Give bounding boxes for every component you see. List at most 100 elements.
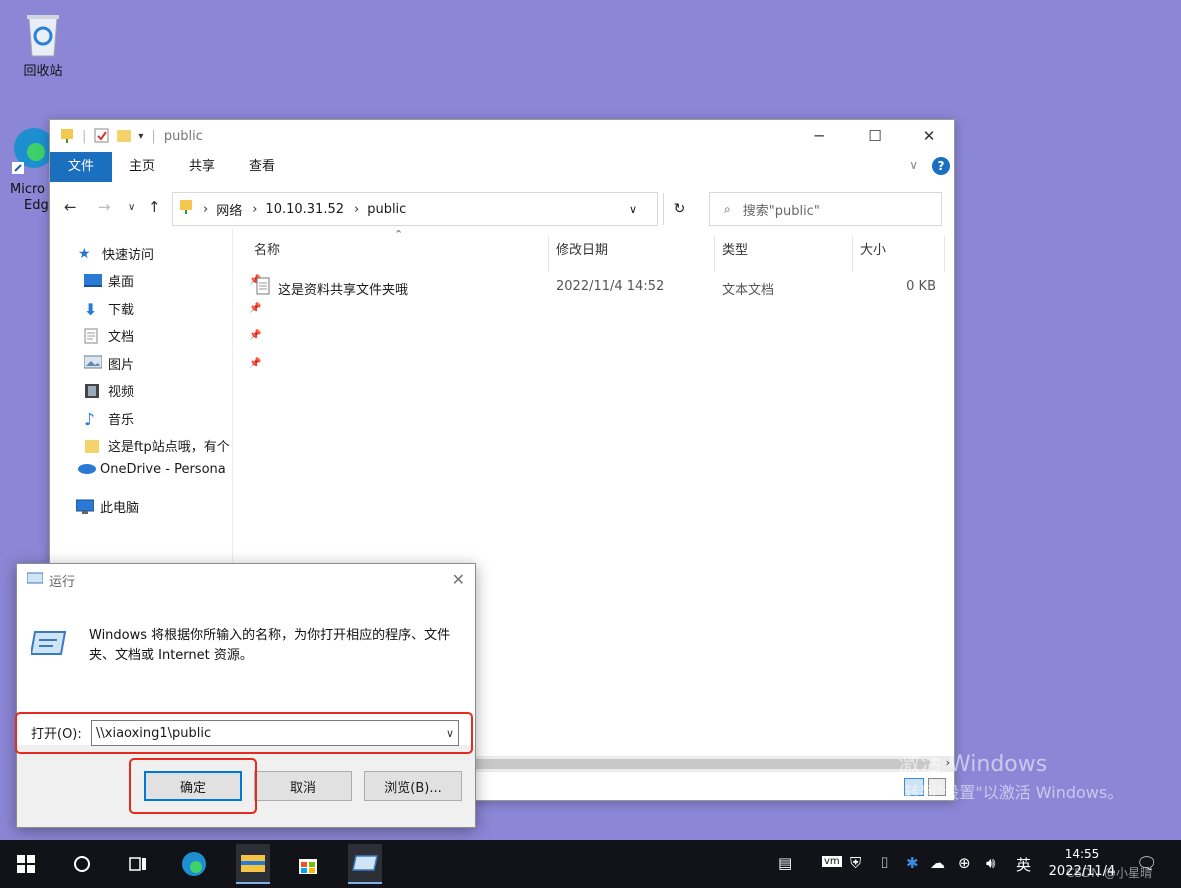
desktop-icon (84, 273, 102, 289)
nav-item-label: 这是ftp站点哦，有个 (108, 440, 230, 456)
window-title: public (163, 128, 203, 144)
volume-icon[interactable]: 🔊︎ (986, 854, 995, 872)
folder-icon (241, 855, 265, 872)
new-folder-icon[interactable] (116, 128, 132, 144)
address-bar[interactable]: › 网络 › 10.10.31.52 › public ∨ ↻ (172, 192, 685, 226)
ime-indicator[interactable]: 英 (1016, 854, 1031, 875)
edge-label-line2: Edg (24, 198, 49, 213)
maximize-button[interactable]: ☐ (852, 120, 898, 152)
column-header-type[interactable]: 类型 (702, 236, 840, 266)
task-view-button[interactable] (124, 850, 152, 878)
cloud-icon (76, 462, 96, 478)
run-dialog-body: Windows 将根据你所输入的名称，为你打开相应的程序、文件夹、文档或 Int… (15, 596, 475, 754)
search-input[interactable]: ⌕ 搜索"public" (709, 192, 942, 226)
address-dropdown-icon[interactable]: ∨ (629, 203, 637, 216)
recycle-bin-icon-image (21, 10, 65, 57)
music-note-icon: ♪ (84, 410, 95, 431)
nav-this-pc[interactable]: 此电脑 (76, 493, 232, 521)
nav-item-documents[interactable]: 文档 📌 (84, 322, 261, 350)
nav-item-downloads[interactable]: ⬇ 下载 📌 (84, 295, 261, 323)
start-button[interactable] (12, 850, 40, 878)
picture-icon (84, 355, 103, 371)
computer-icon (76, 499, 95, 515)
run-large-icon (29, 628, 67, 662)
ribbon-expand-icon[interactable]: ∨ (909, 158, 918, 172)
breadcrumb-separator-icon[interactable]: › (354, 202, 359, 217)
ribbon-tabs: 文件 主页 共享 查看 ∨ ? (50, 152, 954, 182)
tab-view[interactable]: 查看 (232, 152, 292, 182)
address-row: ← → ∨ ↑ › 网络 › 10.10.31.52 › public ∨ ↻ … (50, 190, 954, 228)
up-arrow-icon[interactable]: ↑ (148, 198, 161, 216)
forward-arrow-icon[interactable]: → (98, 198, 111, 216)
bluetooth-icon[interactable]: ✱ (906, 854, 919, 872)
taskbar-edge[interactable] (180, 850, 208, 878)
nav-onedrive[interactable]: OneDrive - Persona (76, 456, 232, 484)
column-header-size[interactable]: 大小 (840, 236, 940, 266)
edge-icon (12, 128, 54, 174)
breadcrumb-host[interactable]: 10.10.31.52 (265, 202, 344, 217)
film-icon (84, 383, 102, 399)
text-file-icon (256, 277, 270, 299)
taskbar-run[interactable] (348, 844, 382, 884)
folder-icon (84, 438, 102, 454)
nav-onedrive-label: OneDrive - Persona (100, 462, 226, 478)
nav-item-label: 音乐 (108, 412, 135, 428)
close-button[interactable]: ✕ (906, 120, 952, 152)
network-globe-icon[interactable]: ⊕ (958, 854, 971, 872)
clock-time: 14:55 (1064, 847, 1100, 861)
taskbar-file-explorer[interactable] (236, 844, 270, 884)
edge-icon (182, 852, 206, 876)
run-app-icon (26, 571, 44, 589)
nav-quick-access-label: 快速访问 (102, 248, 155, 264)
star-icon: ★ (78, 245, 91, 262)
nav-item-desktop[interactable]: 桌面 📌 (84, 267, 261, 295)
taskbar: ▤ vm ⛨ ⌷ ✱ ☁ ⊕ 🔊︎ 英 14:55 2022/11/4 CSDN… (0, 840, 1181, 888)
tab-file[interactable]: 文件 (50, 152, 113, 182)
nav-this-pc-label: 此电脑 (100, 501, 140, 517)
browse-button[interactable]: 浏览(B)... (364, 771, 462, 801)
network-location-icon (179, 199, 193, 219)
windows-logo-icon (17, 855, 35, 873)
task-view-icon (129, 857, 146, 871)
cloud-sync-icon[interactable]: ☁ (930, 854, 945, 872)
edge-desktop-icon[interactable]: Micro Edg (10, 122, 54, 213)
cancel-button[interactable]: 取消 (254, 771, 352, 801)
breadcrumb-separator-icon[interactable]: › (203, 202, 208, 217)
help-icon[interactable]: ? (932, 157, 950, 175)
recent-locations-chevron-icon[interactable]: ∨ (128, 202, 135, 213)
run-dialog: 运行 ✕ Windows 将根据你所输入的名称，为你打开相应的程序、文件夹、文档… (15, 563, 476, 828)
nav-item-pictures[interactable]: 图片 📌 (84, 350, 261, 378)
nav-quick-access[interactable]: ★ 快速访问 (78, 240, 232, 268)
vmware-icon[interactable]: vm (822, 856, 842, 867)
quick-toolbar-dropdown-icon[interactable]: ▾ (138, 131, 143, 142)
search-button[interactable] (68, 850, 96, 878)
notification-icon[interactable]: 🗨︎ (1136, 854, 1158, 874)
download-arrow-icon: ⬇ (84, 300, 98, 320)
file-name: 这是资料共享文件夹哦 (278, 283, 409, 298)
column-header-name[interactable]: 名称 (234, 236, 548, 266)
search-placeholder: 搜索"public" (742, 203, 820, 219)
table-row[interactable]: 这是资料共享文件夹哦 2022/11/4 14:52 文本文档 0 KB (234, 274, 954, 302)
breadcrumb-folder[interactable]: public (367, 202, 406, 217)
back-arrow-icon[interactable]: ← (64, 198, 77, 216)
action-center-tray-icon[interactable]: ▤ (778, 854, 792, 872)
nav-item-videos[interactable]: 视频 (84, 377, 232, 405)
taskbar-store[interactable] (294, 850, 322, 878)
search-icon: ⌕ (724, 201, 731, 216)
tab-home[interactable]: 主页 (112, 152, 172, 182)
breadcrumb-network[interactable]: 网络 (216, 200, 242, 219)
refresh-icon[interactable]: ↻ (663, 193, 695, 225)
column-header-modified[interactable]: 修改日期 (536, 236, 702, 266)
nav-item-label: 图片 (108, 357, 135, 373)
nav-item-music[interactable]: ♪ 音乐 (84, 405, 232, 433)
usb-icon[interactable]: ⌷ (880, 854, 889, 872)
tab-share[interactable]: 共享 (172, 152, 232, 182)
run-dialog-titlebar[interactable]: 运行 ✕ (17, 564, 475, 596)
properties-icon[interactable] (94, 128, 109, 144)
breadcrumb-separator-icon[interactable]: › (252, 202, 257, 217)
security-shield-icon[interactable]: ⛨ (850, 854, 861, 872)
search-circle-icon (74, 856, 90, 872)
minimize-button[interactable]: ─ (796, 120, 842, 152)
recycle-bin-icon[interactable]: 回收站 (8, 10, 78, 79)
close-icon[interactable]: ✕ (452, 570, 465, 589)
